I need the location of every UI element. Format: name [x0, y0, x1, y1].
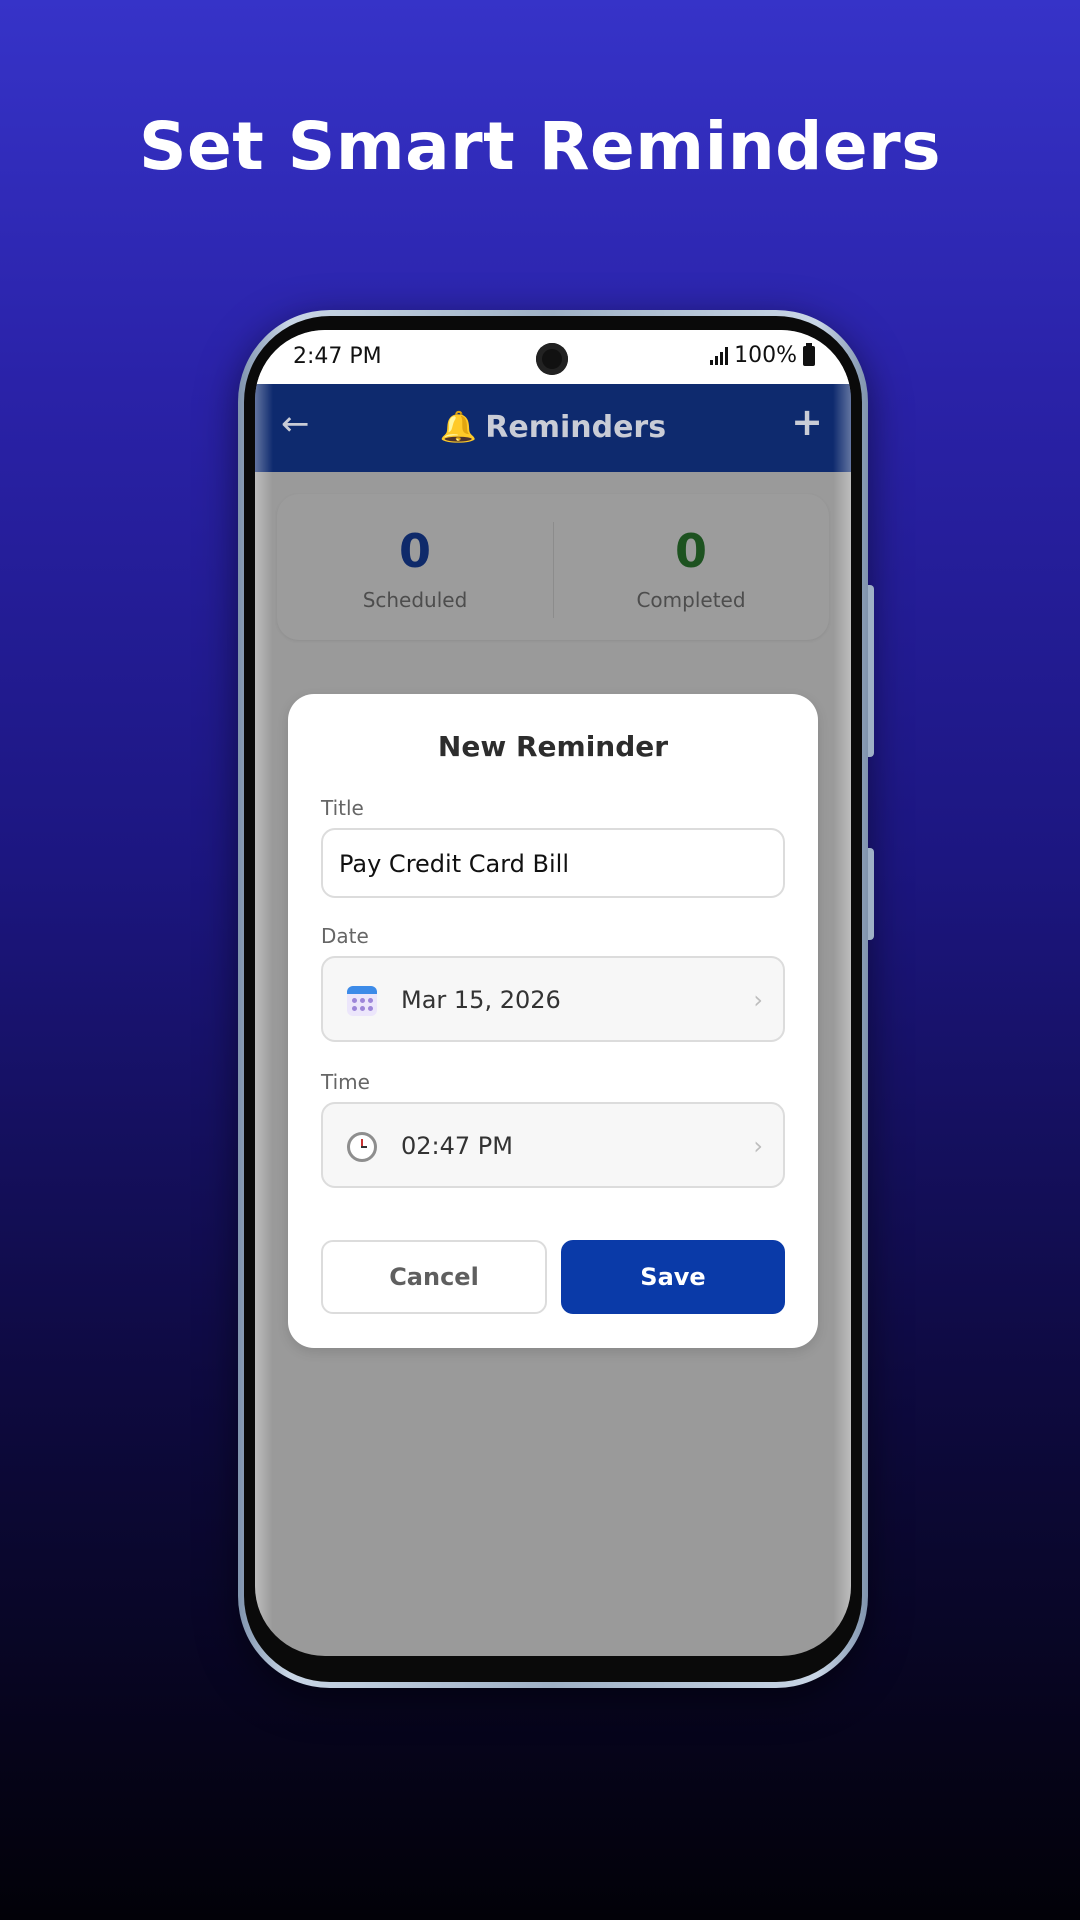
time-picker[interactable]: 02:47 PM ›: [321, 1102, 785, 1188]
clock-icon: [347, 1132, 377, 1162]
stat-completed: 0 Completed: [553, 528, 829, 612]
time-value: 02:47 PM: [401, 1132, 513, 1160]
dialog-title: New Reminder: [437, 730, 669, 763]
battery-percent: 100%: [734, 343, 797, 368]
new-reminder-dialog: New Reminder Title Pay Credit Card Bill …: [288, 694, 818, 1348]
stat-scheduled: 0 Scheduled: [277, 528, 553, 612]
app-bar-title-text: Reminders: [485, 410, 667, 445]
scheduled-label: Scheduled: [362, 588, 468, 612]
app-bar-title: 🔔 Reminders: [255, 410, 851, 445]
status-time: 2:47 PM: [293, 344, 382, 369]
completed-count: 0: [674, 524, 707, 578]
signal-icon: [710, 346, 729, 365]
front-camera: [536, 343, 568, 375]
chevron-right-icon: ›: [753, 986, 763, 1014]
phone-screen: 2:47 PM 100% ← 🔔 Reminders + 0 Scheduled …: [255, 330, 851, 1656]
date-picker[interactable]: Mar 15, 2026 ›: [321, 956, 785, 1042]
scheduled-count: 0: [398, 524, 431, 578]
add-reminder-icon[interactable]: +: [791, 400, 823, 444]
cancel-button[interactable]: Cancel: [321, 1240, 547, 1314]
date-value: Mar 15, 2026: [401, 986, 561, 1014]
status-bar: 2:47 PM 100%: [255, 330, 851, 384]
screen-edge-right: [833, 330, 851, 1656]
phone-side-button-power: [868, 848, 874, 940]
title-input[interactable]: Pay Credit Card Bill: [321, 828, 785, 898]
date-field-label: Date: [321, 924, 369, 948]
calendar-icon: [347, 986, 377, 1016]
battery-icon: [803, 342, 815, 366]
status-icons: 100%: [710, 342, 815, 368]
title-field-label: Title: [321, 796, 364, 820]
completed-label: Completed: [636, 588, 746, 612]
chevron-right-icon: ›: [753, 1132, 763, 1160]
time-field-label: Time: [321, 1070, 370, 1094]
save-button[interactable]: Save: [561, 1240, 785, 1314]
promo-headline: Set Smart Reminders: [138, 108, 942, 185]
bell-icon: 🔔: [439, 410, 478, 445]
stats-card: 0 Scheduled 0 Completed: [277, 494, 829, 640]
phone-side-button-volume: [868, 585, 874, 757]
screen-edge-left: [255, 330, 273, 1656]
app-bar: ← 🔔 Reminders +: [255, 384, 851, 472]
